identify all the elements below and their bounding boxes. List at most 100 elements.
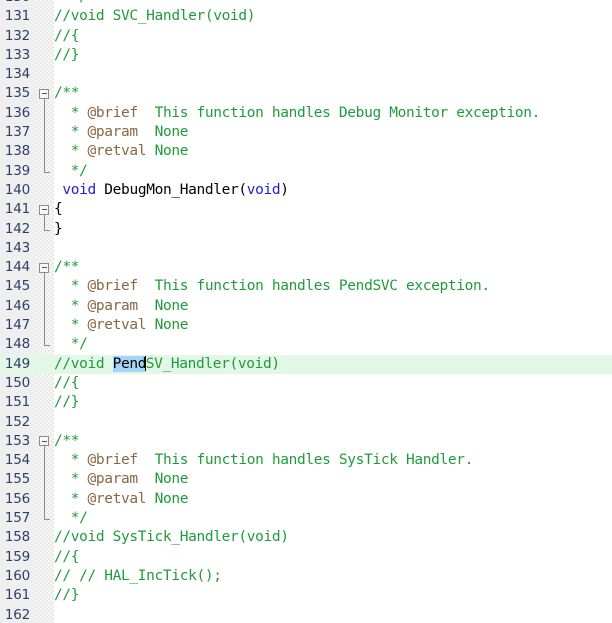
code-line[interactable]: 140 void DebugMon_Handler(void) xyxy=(0,181,612,200)
code-text[interactable]: // // HAL_IncTick(); xyxy=(54,567,222,586)
code-token: This function handles SysTick Handler. xyxy=(137,452,474,469)
code-line[interactable]: 130 */ xyxy=(0,0,612,7)
code-text[interactable]: * @brief This function handles Debug Mon… xyxy=(54,104,541,123)
code-text[interactable]: { xyxy=(54,200,63,219)
code-rows[interactable]: 130 */131//void SVC_Handler(void)132//{1… xyxy=(0,0,612,623)
code-line[interactable]: 151 //} xyxy=(0,393,612,412)
line-number: 138 xyxy=(4,143,30,160)
code-text[interactable]: } xyxy=(54,220,63,239)
code-token: @param xyxy=(87,124,139,141)
fold-collapse-icon[interactable] xyxy=(39,262,49,273)
code-token: @retval xyxy=(87,490,147,507)
code-line[interactable]: 145 * @brief This function handles PendS… xyxy=(0,277,612,297)
code-text[interactable]: * @retval None xyxy=(54,316,189,335)
fold-collapse-icon[interactable] xyxy=(39,204,49,215)
code-text[interactable]: //} xyxy=(54,586,79,605)
line-number: 149 xyxy=(4,355,30,372)
code-line[interactable]: 134 xyxy=(0,65,612,84)
line-number: 157 xyxy=(4,510,30,527)
code-line[interactable]: 139 */ xyxy=(0,161,612,181)
code-text[interactable]: /** xyxy=(54,84,79,103)
code-token: /** xyxy=(54,259,80,276)
code-text[interactable]: * @retval None xyxy=(54,490,189,509)
code-token: This function handles PendSVC exception. xyxy=(137,278,491,295)
line-number: 153 xyxy=(4,432,30,449)
code-token: //void xyxy=(54,355,113,372)
code-token: This function handles Debug Monitor exce… xyxy=(137,104,541,121)
fold-guide-line xyxy=(43,161,45,172)
code-token: //{ xyxy=(54,548,80,565)
code-text[interactable]: * @retval None xyxy=(54,142,189,161)
code-text[interactable]: * @param None xyxy=(54,297,189,316)
code-line[interactable]: 150 //{ xyxy=(0,374,612,393)
code-text[interactable]: */ xyxy=(54,335,88,354)
code-editor[interactable]: 130 */131//void SVC_Handler(void)132//{1… xyxy=(0,0,612,623)
fold-collapse-icon[interactable] xyxy=(39,88,49,99)
code-line[interactable]: 148 */ xyxy=(0,335,612,354)
code-text[interactable]: */ xyxy=(54,162,88,181)
code-line[interactable]: 154 * @brief This function handles SysTi… xyxy=(0,451,612,471)
code-text[interactable]: */ xyxy=(54,0,88,7)
code-text[interactable]: void DebugMon_Handler(void) xyxy=(54,181,289,200)
code-line[interactable]: 136 * @brief This function handles Debug… xyxy=(0,103,612,124)
code-token: * xyxy=(54,317,88,334)
code-text[interactable]: //{ xyxy=(54,27,79,46)
code-line[interactable]: 135 /** xyxy=(0,84,612,104)
code-line[interactable]: 153 /** xyxy=(0,432,612,452)
line-number: 148 xyxy=(4,336,30,353)
code-line[interactable]: 144 /** xyxy=(0,258,612,278)
code-text[interactable]: //void SysTick_Handler(void) xyxy=(54,528,289,547)
line-number: 143 xyxy=(4,239,30,256)
code-line[interactable]: 146 * @param None xyxy=(0,296,612,317)
code-text[interactable]: //{ xyxy=(54,548,79,567)
fold-collapse-icon[interactable] xyxy=(39,436,49,447)
code-token: @brief xyxy=(87,452,139,469)
code-token: DebugMon_Handler( xyxy=(95,181,247,198)
code-text[interactable]: /** xyxy=(54,432,79,451)
code-text[interactable]: * @brief This function handles SysTick H… xyxy=(54,451,474,470)
code-line[interactable]: 157 */ xyxy=(0,509,612,528)
code-line[interactable]: 143 xyxy=(0,239,612,258)
line-number: 131 xyxy=(4,8,30,25)
line-number: 162 xyxy=(4,606,30,623)
code-token: * xyxy=(54,143,88,160)
code-text[interactable]: //} xyxy=(54,46,79,65)
code-line[interactable]: 132 //{ xyxy=(0,27,612,46)
line-number: 156 xyxy=(4,490,30,507)
code-token: * xyxy=(54,297,88,314)
code-line[interactable]: 147 * @retval None xyxy=(0,316,612,336)
code-token: @retval xyxy=(87,317,147,334)
code-text[interactable]: /** xyxy=(54,258,79,277)
code-text[interactable]: //} xyxy=(54,393,79,412)
code-line[interactable]: 159 //{ xyxy=(0,548,612,567)
line-number: 130 xyxy=(0,0,30,7)
code-line[interactable]: 138 * @retval None xyxy=(0,142,612,162)
code-line[interactable]: 158 //void SysTick_Handler(void) xyxy=(0,528,612,547)
code-token: /** xyxy=(54,432,80,449)
code-line[interactable]: 156 * @retval None xyxy=(0,489,612,510)
code-text[interactable]: //void SVC_Handler(void) xyxy=(54,7,255,26)
code-line[interactable]: 149 //void PendSV_Handler(void) xyxy=(0,354,612,374)
code-text[interactable]: */ xyxy=(54,509,88,528)
code-text[interactable]: * @param None xyxy=(54,123,189,142)
code-line[interactable]: 152 xyxy=(0,413,612,432)
code-line[interactable]: 162 xyxy=(0,606,612,623)
code-text[interactable]: //void PendSV_Handler(void) xyxy=(54,355,280,374)
code-line[interactable]: 160 // // HAL_IncTick(); xyxy=(0,567,612,586)
code-line[interactable]: 155 * @param None xyxy=(0,470,612,490)
fold-guide-line xyxy=(43,489,45,510)
code-line[interactable]: 161 //} xyxy=(0,586,612,605)
line-number: 135 xyxy=(4,85,30,102)
code-token: @retval xyxy=(87,143,147,160)
line-number: 139 xyxy=(4,162,30,179)
code-text[interactable]: //{ xyxy=(54,374,79,393)
fold-guide-line xyxy=(43,316,45,336)
code-line[interactable]: 131 //void SVC_Handler(void) xyxy=(0,7,612,26)
code-line[interactable]: 137 * @param None xyxy=(0,123,612,143)
code-text[interactable]: * @brief This function handles PendSVC e… xyxy=(54,277,490,296)
code-line[interactable]: 142} xyxy=(0,219,612,239)
code-line[interactable]: 141 { xyxy=(0,200,612,220)
code-token: */ xyxy=(54,336,88,353)
code-line[interactable]: 133 //} xyxy=(0,46,612,65)
code-text[interactable]: * @param None xyxy=(54,470,189,489)
